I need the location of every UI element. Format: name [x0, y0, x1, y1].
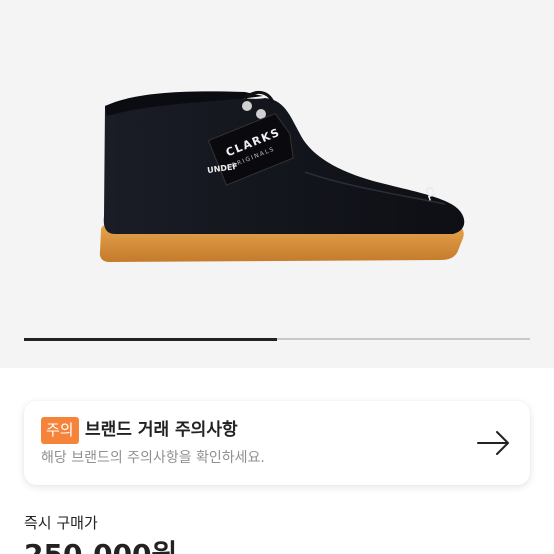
price-value: 250,000원 [24, 537, 177, 554]
gallery-progress-fill [24, 337, 277, 341]
product-image: CLARKS ORIGINALS UNDEF CL [99, 91, 465, 262]
price-label: 즉시 구매가 [24, 514, 98, 532]
product-image-gallery[interactable]: CLARKS ORIGINALS UNDEF CL [0, 0, 554, 368]
product-detail-page: CLARKS ORIGINALS UNDEF CL 주의 브랜드 거래 주의사항… [0, 0, 554, 554]
arrow-right-icon[interactable] [474, 423, 514, 463]
notice-description: 해당 브랜드의 주의사항을 확인하세요. [41, 450, 265, 466]
notice-badge: 주의 [41, 417, 79, 444]
gallery-progress-bar [24, 337, 530, 341]
brand-notice-card[interactable]: 주의 브랜드 거래 주의사항 해당 브랜드의 주의사항을 확인하세요. [24, 401, 530, 485]
notice-title: 브랜드 거래 주의사항 [85, 420, 238, 440]
